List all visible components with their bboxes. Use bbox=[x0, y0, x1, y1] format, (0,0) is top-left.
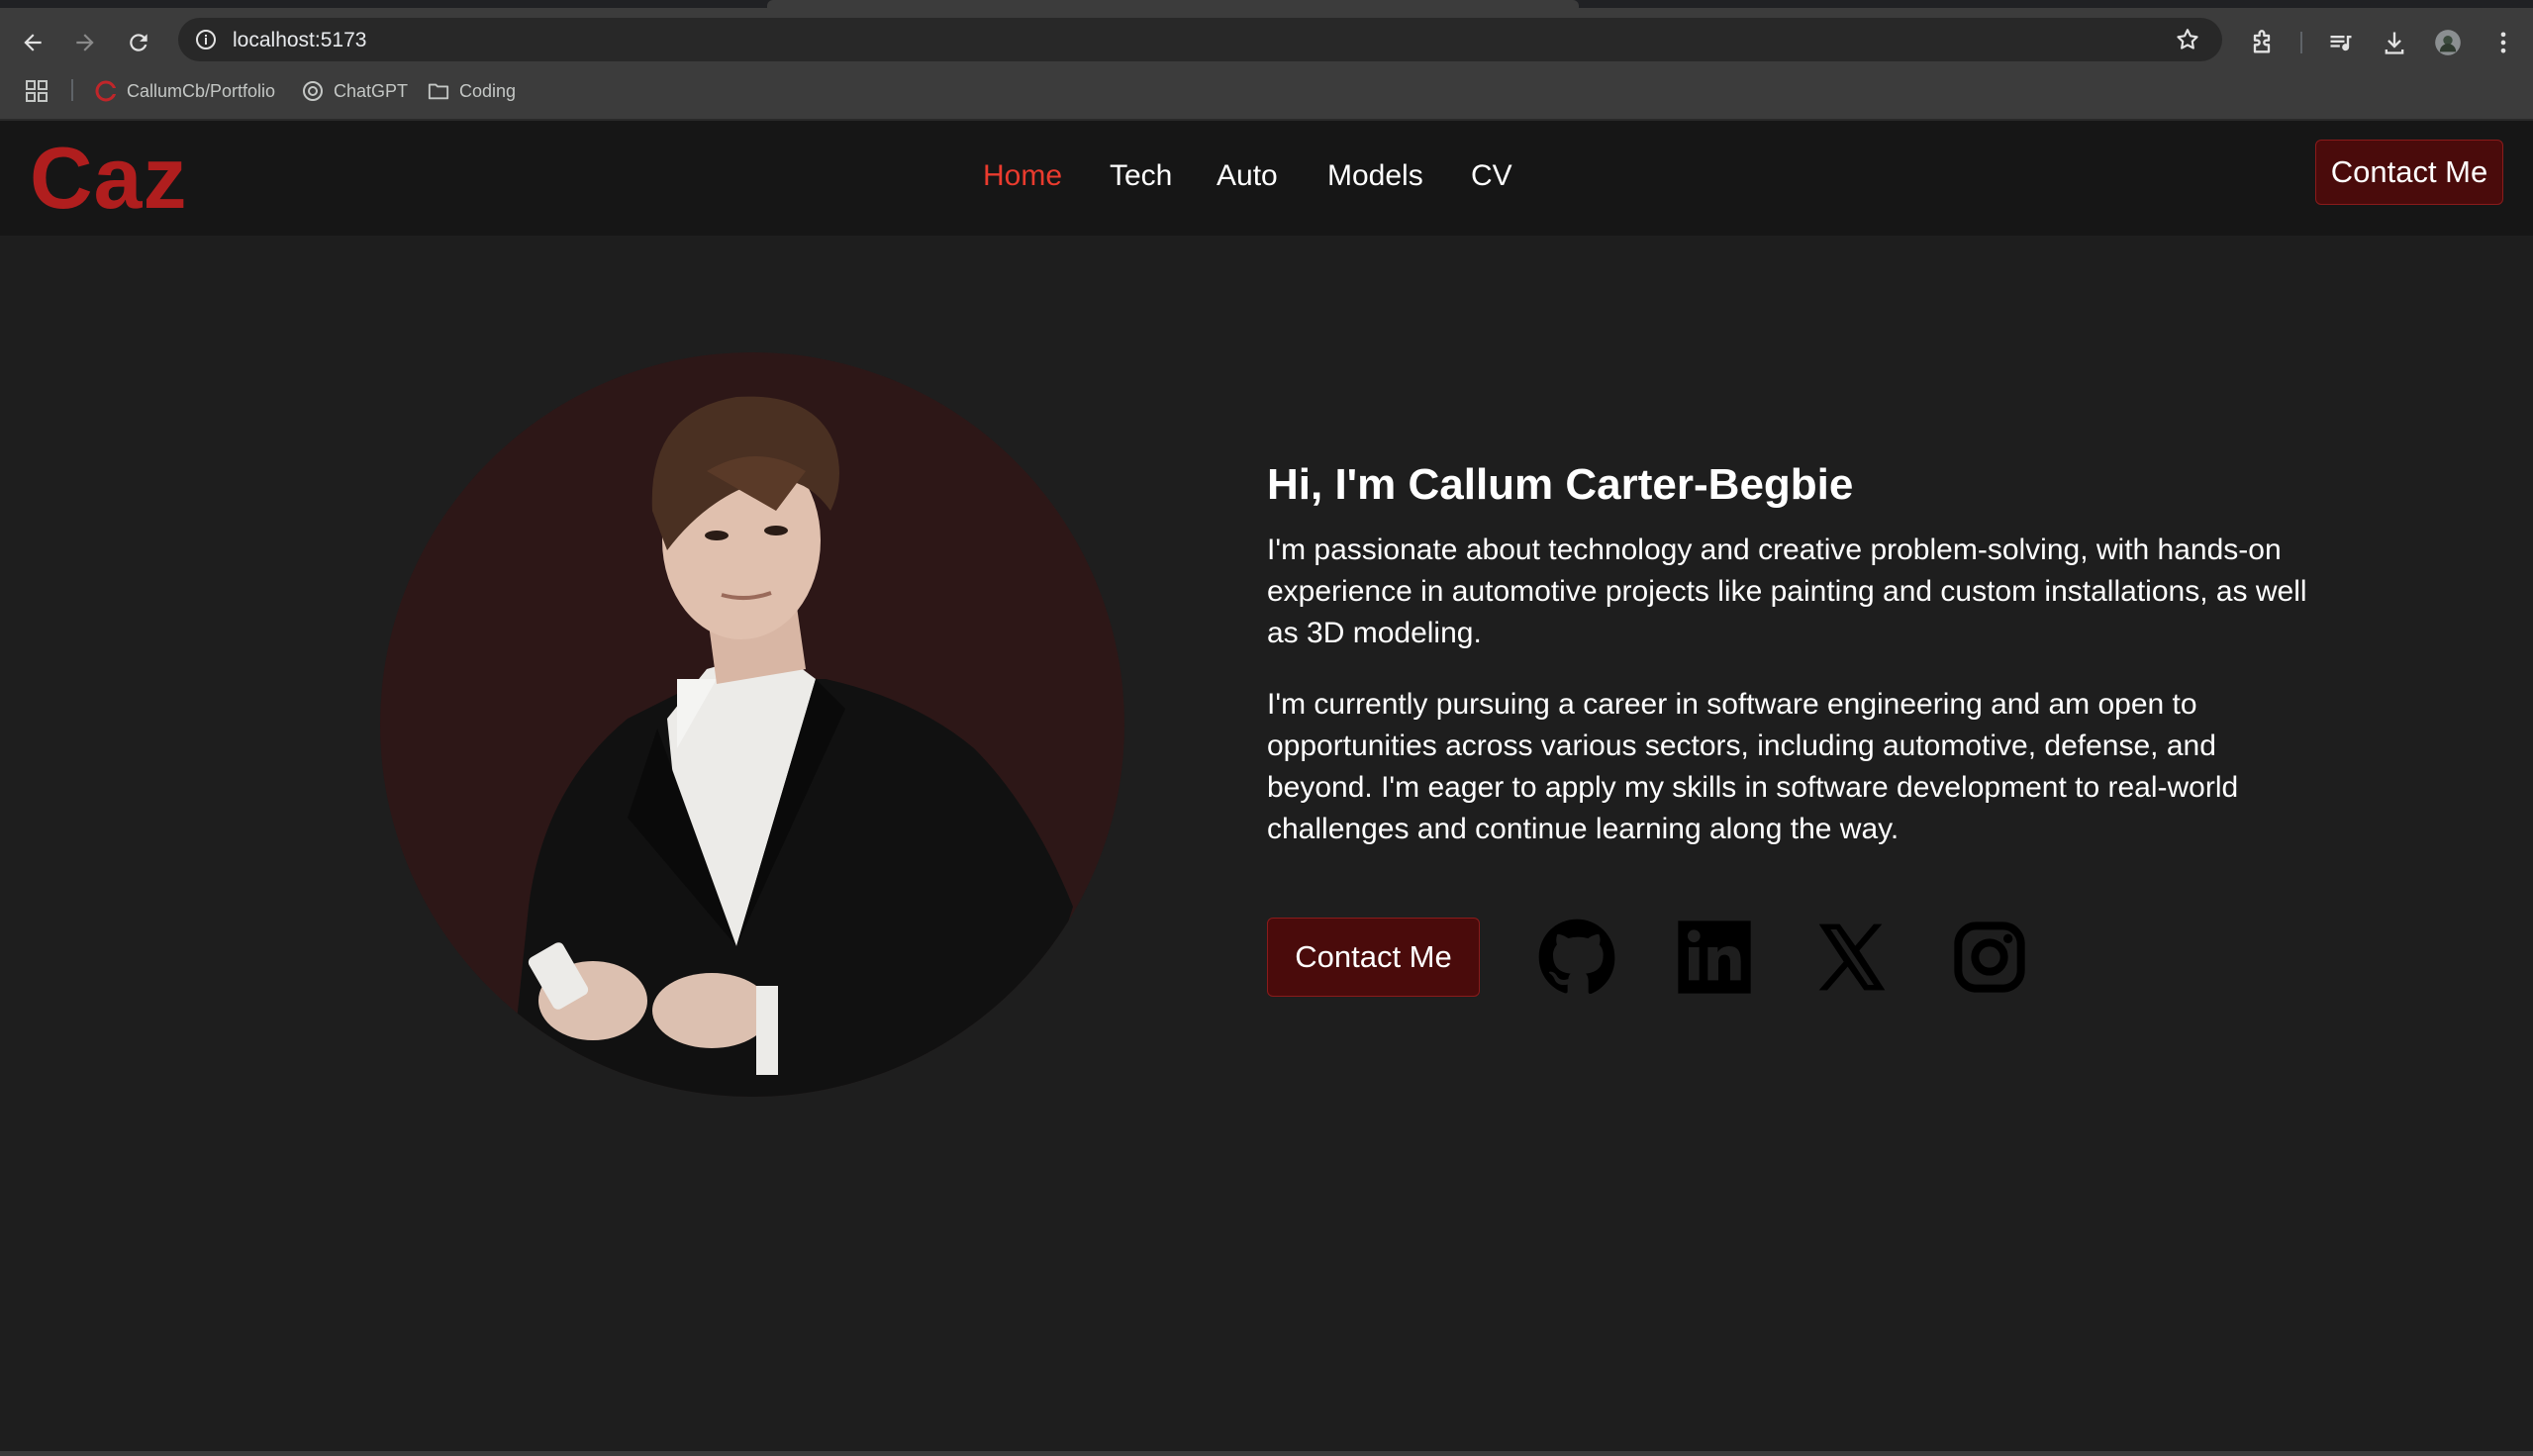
reload-button[interactable] bbox=[118, 22, 159, 63]
nav-auto[interactable]: Auto bbox=[1217, 156, 1278, 196]
bookmark-folder-coding[interactable]: Coding bbox=[428, 78, 516, 104]
chatgpt-favicon-icon bbox=[302, 80, 324, 102]
apps-button[interactable] bbox=[26, 78, 48, 104]
nav-models[interactable]: Models bbox=[1327, 156, 1423, 196]
browser-toolbar: localhost:5173 bbox=[0, 8, 2533, 61]
instagram-icon[interactable] bbox=[1950, 918, 2029, 997]
puzzle-icon bbox=[2253, 30, 2271, 53]
intro-paragraph-1: I'm passionate about technology and crea… bbox=[1267, 534, 2307, 649]
linkedin-icon[interactable] bbox=[1675, 918, 1754, 997]
address-bar[interactable]: localhost:5173 bbox=[178, 18, 2222, 61]
intro-section: Hi, I'm Callum Carter-Begbie I'm passion… bbox=[1267, 450, 2316, 850]
x-icon[interactable] bbox=[1812, 918, 1892, 997]
reload-icon bbox=[130, 34, 147, 51]
download-icon bbox=[2385, 32, 2404, 54]
back-arrow-icon bbox=[24, 34, 42, 51]
portrait-illustration bbox=[509, 396, 1073, 1097]
queue-music-icon bbox=[2330, 36, 2352, 51]
nav-cv[interactable]: CV bbox=[1471, 156, 1512, 196]
forward-arrow-icon bbox=[76, 34, 94, 51]
red-c-favicon-icon bbox=[95, 80, 117, 102]
bookmark-label: CallumCb/Portfolio bbox=[127, 80, 276, 101]
github-icon[interactable] bbox=[1537, 918, 1616, 997]
kebab-menu-icon bbox=[2500, 32, 2506, 53]
forward-button[interactable] bbox=[64, 22, 106, 63]
browser-menu-button[interactable] bbox=[2483, 22, 2524, 63]
bookmark-chatgpt[interactable]: ChatGPT bbox=[302, 78, 408, 104]
header-contact-button[interactable]: Contact Me bbox=[2315, 140, 2503, 205]
bookmark-label: Coding bbox=[459, 80, 517, 101]
browser-tab-strip bbox=[0, 0, 2533, 8]
avatar bbox=[2435, 30, 2461, 55]
active-tab-edge[interactable] bbox=[767, 0, 1579, 8]
back-button[interactable] bbox=[12, 22, 53, 63]
bookmark-portfolio[interactable]: CallumCb/Portfolio bbox=[95, 78, 275, 104]
media-controls-button[interactable] bbox=[2320, 22, 2362, 63]
downloads-button[interactable] bbox=[2374, 22, 2415, 63]
hero-heading: Hi, I'm Callum Carter-Begbie bbox=[1267, 460, 1854, 509]
bookmarks-bar: CallumCb/Portfolio ChatGPT Coding bbox=[0, 61, 2533, 121]
url-text[interactable]: localhost:5173 bbox=[233, 29, 366, 52]
site-info-icon[interactable] bbox=[194, 28, 218, 51]
folder-icon bbox=[428, 80, 449, 102]
apps-grid-icon bbox=[26, 80, 48, 102]
extensions-button[interactable] bbox=[2241, 22, 2283, 63]
bookmarks-divider bbox=[71, 79, 73, 101]
bookmark-label: ChatGPT bbox=[334, 80, 409, 101]
toolbar-divider bbox=[2300, 32, 2302, 53]
nav-home[interactable]: Home bbox=[983, 156, 1062, 196]
nav-tech[interactable]: Tech bbox=[1110, 156, 1172, 196]
page-bottom-border bbox=[0, 1451, 2533, 1456]
profile-button[interactable] bbox=[2427, 22, 2469, 63]
main-nav: Home Tech Auto Models CV bbox=[0, 121, 2533, 236]
intro-paragraph-2: I'm currently pursuing a career in softw… bbox=[1267, 688, 2239, 845]
site-header: Caz Home Tech Auto Models CV Contact Me bbox=[0, 121, 2533, 236]
profile-photo bbox=[380, 352, 1124, 1097]
bookmark-star-icon[interactable] bbox=[2175, 27, 2200, 52]
hero-contact-button[interactable]: Contact Me bbox=[1267, 918, 1480, 997]
